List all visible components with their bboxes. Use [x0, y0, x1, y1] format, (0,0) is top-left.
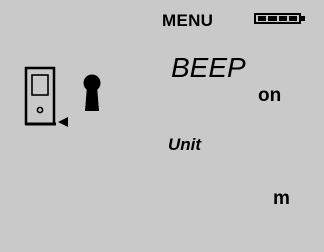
battery-cell: [258, 16, 267, 21]
battery-tip: [301, 16, 305, 21]
battery-cell: [278, 16, 287, 21]
lock-icon: [83, 74, 101, 111]
battery-icon: [254, 13, 306, 24]
beep-setting-value: on: [258, 85, 282, 106]
battery-cell: [288, 16, 297, 21]
lcd-screen: MENU BEEP on Unit m: [0, 0, 324, 252]
battery-body: [254, 13, 301, 24]
unit-setting-value: m: [273, 188, 290, 209]
menu-title: MENU: [162, 11, 214, 30]
device-icon: [24, 66, 68, 127]
battery-cell: [268, 16, 277, 21]
beep-setting-label: BEEP: [171, 52, 246, 83]
unit-setting-label: Unit: [168, 135, 202, 154]
